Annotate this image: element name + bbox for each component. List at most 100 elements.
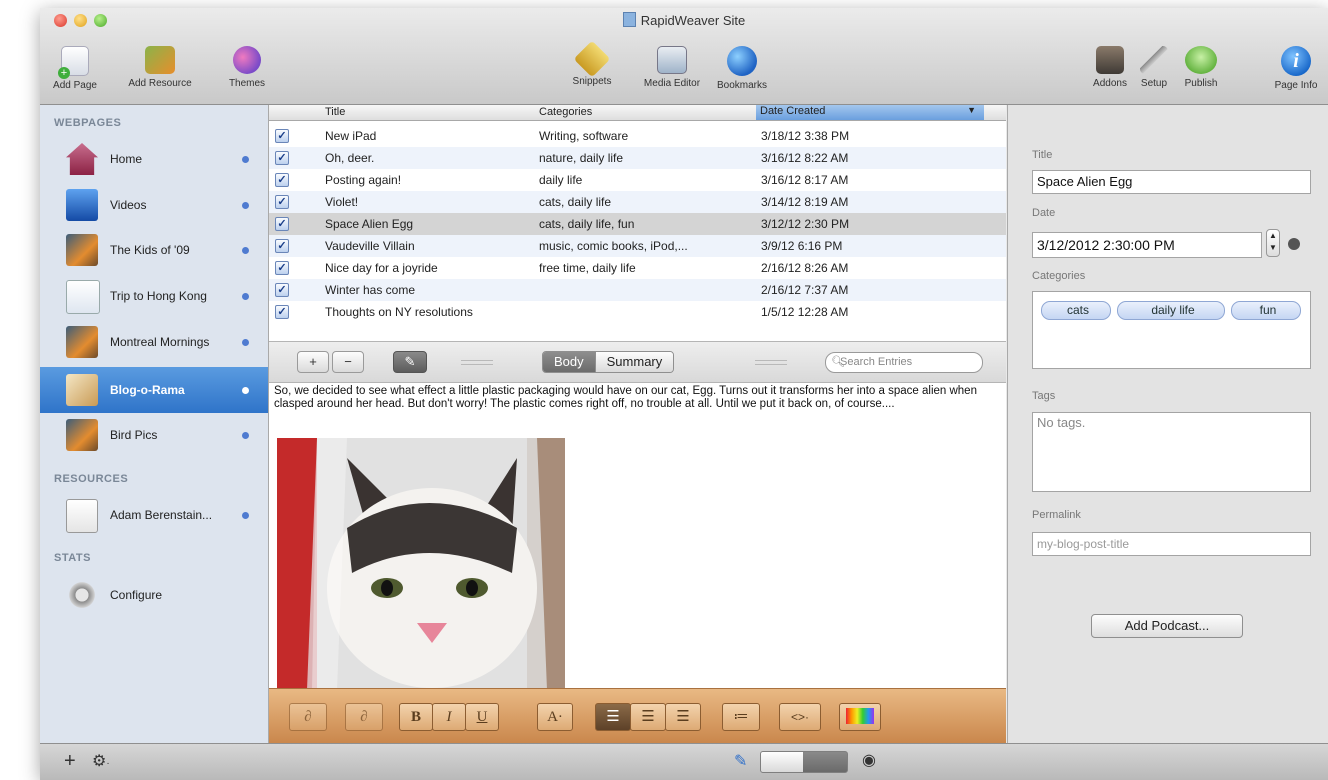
- edit-entry-button[interactable]: ✎: [393, 351, 427, 373]
- status-dot: [242, 293, 249, 300]
- publish-checkbox[interactable]: ✓: [275, 173, 289, 187]
- gear-icon: ⚙: [92, 753, 107, 770]
- entry-toolbar: + − ✎ Body Summary 🔍︎ Search Entries: [269, 341, 1006, 383]
- media-editor-icon: [657, 46, 687, 74]
- list-button[interactable]: ≔: [722, 703, 760, 731]
- italic-button[interactable]: I: [432, 703, 466, 731]
- app-window: RapidWeaver Site + Add Page Add Resource…: [40, 8, 1328, 780]
- table-row[interactable]: ✓ Winter has come 2/16/12 7:37 AM: [269, 279, 1006, 301]
- publish-checkbox[interactable]: ✓: [275, 283, 289, 297]
- table-row[interactable]: ✓ Vaudeville Villain music, comic books, i…: [269, 235, 1006, 257]
- font-button[interactable]: A·: [537, 703, 573, 731]
- tags-field[interactable]: No tags.: [1032, 412, 1311, 492]
- publish-checkbox[interactable]: ✓: [275, 305, 289, 319]
- align-left-icon: ☰: [606, 709, 620, 725]
- edit-preview-toggle[interactable]: [760, 751, 848, 773]
- category-token[interactable]: cats: [1041, 301, 1111, 320]
- table-row[interactable]: ✓ Violet! cats, daily life 3/14/12 8:19 AM: [269, 191, 1006, 213]
- add-resource-button[interactable]: Add Resource: [120, 46, 200, 89]
- table-row[interactable]: ✓ Posting again! daily life 3/16/12 8:17 AM: [269, 169, 1006, 191]
- permalink-field[interactable]: my-blog-post-title: [1032, 532, 1311, 556]
- categories-field[interactable]: cats daily life fun: [1032, 291, 1311, 369]
- sidebar-item-montreal[interactable]: Montreal Mornings: [40, 322, 268, 362]
- setup-button[interactable]: Setup: [1134, 46, 1174, 89]
- webpages-header: WEBPAGES: [54, 117, 122, 129]
- photo-album-icon: [66, 419, 98, 451]
- column-date-created[interactable]: Date Created ▼: [756, 105, 984, 120]
- align-left-button[interactable]: ☰: [595, 703, 631, 731]
- sidebar-item-hong-kong[interactable]: Trip to Hong Kong: [40, 276, 268, 316]
- date-stepper[interactable]: ▲ ▼: [1266, 229, 1280, 257]
- align-right-button[interactable]: ☰: [665, 703, 701, 731]
- calendar-clock-icon[interactable]: [1288, 238, 1300, 250]
- gear-menu-button[interactable]: ⚙·: [92, 751, 110, 771]
- bookmarks-button[interactable]: Bookmarks: [712, 46, 772, 91]
- themes-button[interactable]: Themes: [222, 46, 272, 89]
- status-dot: [242, 387, 249, 394]
- category-token[interactable]: daily life: [1117, 301, 1225, 320]
- bottom-bar: + ⚙· ✎ ◉: [40, 743, 1328, 780]
- add-podcast-button[interactable]: Add Podcast...: [1091, 614, 1243, 638]
- cat-photo: [277, 438, 565, 690]
- sidebar-item-home[interactable]: Home: [40, 139, 268, 179]
- unlink-icon: ∂: [360, 709, 368, 725]
- media-editor-button[interactable]: Media Editor: [632, 46, 712, 89]
- permalink-label: Permalink: [1032, 509, 1081, 521]
- snippets-button[interactable]: Snippets: [562, 40, 622, 87]
- table-row[interactable]: ✓ New iPad Writing, software 3/18/12 3:38 P…: [269, 125, 1006, 147]
- add-page-icon: +: [58, 46, 89, 79]
- code-button[interactable]: <>·: [779, 703, 821, 731]
- status-dot: [242, 202, 249, 209]
- snippets-icon: [573, 40, 611, 78]
- publish-checkbox[interactable]: ✓: [275, 151, 289, 165]
- sidebar-item-resource[interactable]: Adam Berenstain...: [40, 495, 268, 535]
- title-field[interactable]: Space Alien Egg: [1032, 170, 1311, 194]
- sidebar-item-bird-pics[interactable]: Bird Pics: [40, 415, 268, 455]
- remove-entry-button[interactable]: −: [332, 351, 364, 373]
- info-icon: i: [1281, 46, 1311, 76]
- unlink-button[interactable]: ∂: [345, 703, 383, 731]
- eye-icon: ◉: [862, 752, 876, 769]
- table-row-selected[interactable]: ✓ Space Alien Egg cats, daily life, fun 3/1…: [269, 213, 1006, 235]
- table-row[interactable]: ✓ Oh, deer. nature, daily life 3/16/12 8:22…: [269, 147, 1006, 169]
- publish-checkbox[interactable]: ✓: [275, 261, 289, 275]
- resources-header: RESOURCES: [54, 473, 129, 485]
- table-row[interactable]: ✓ Nice day for a joyride free time, daily …: [269, 257, 1006, 279]
- publish-button[interactable]: Publish: [1176, 46, 1226, 89]
- underline-button[interactable]: U: [465, 703, 499, 731]
- add-entry-button[interactable]: +: [297, 351, 329, 373]
- add-button[interactable]: +: [64, 750, 76, 773]
- format-toolbar: ∂ ∂ B I U A· ☰ ☰ ☰ ≔ <>·: [269, 688, 1006, 744]
- document-icon: [622, 12, 636, 27]
- list-icon: ≔: [733, 709, 749, 725]
- date-field[interactable]: 3/12/2012 2:30:00 PM: [1032, 232, 1262, 258]
- column-title[interactable]: Title: [325, 106, 345, 118]
- align-center-button[interactable]: ☰: [630, 703, 666, 731]
- sidebar-item-configure[interactable]: Configure: [40, 575, 268, 615]
- link-button[interactable]: ∂: [289, 703, 327, 731]
- category-token[interactable]: fun: [1231, 301, 1301, 320]
- add-resource-icon: [145, 46, 175, 74]
- photo-album-icon: [66, 234, 98, 266]
- toolbar: RapidWeaver Site + Add Page Add Resource…: [40, 8, 1328, 105]
- add-page-button[interactable]: + Add Page: [50, 46, 100, 91]
- color-button[interactable]: [839, 703, 881, 731]
- blog-icon: [66, 374, 98, 406]
- table-row[interactable]: ✓ Thoughts on NY resolutions 1/5/12 12:28 …: [269, 301, 1006, 323]
- publish-checkbox[interactable]: ✓: [275, 129, 289, 143]
- sidebar-item-videos[interactable]: Videos: [40, 185, 268, 225]
- column-categories[interactable]: Categories: [539, 106, 592, 118]
- wrench-icon: [1140, 46, 1168, 74]
- publish-checkbox[interactable]: ✓: [275, 195, 289, 209]
- sidebar-item-kids[interactable]: The Kids of '09: [40, 230, 268, 270]
- entry-body-text[interactable]: So, we decided to see what effect a litt…: [274, 385, 1002, 411]
- tab-body[interactable]: Body: [543, 352, 595, 372]
- page-info-button[interactable]: i Page Info: [1268, 46, 1324, 91]
- addons-button[interactable]: Addons: [1088, 46, 1132, 89]
- sidebar-item-blog[interactable]: Blog-o-Rama: [40, 367, 268, 413]
- publish-checkbox[interactable]: ✓: [275, 239, 289, 253]
- tab-summary[interactable]: Summary: [594, 352, 674, 372]
- bold-button[interactable]: B: [399, 703, 433, 731]
- publish-checkbox[interactable]: ✓: [275, 217, 289, 231]
- search-entries-input[interactable]: 🔍︎ Search Entries: [825, 352, 983, 373]
